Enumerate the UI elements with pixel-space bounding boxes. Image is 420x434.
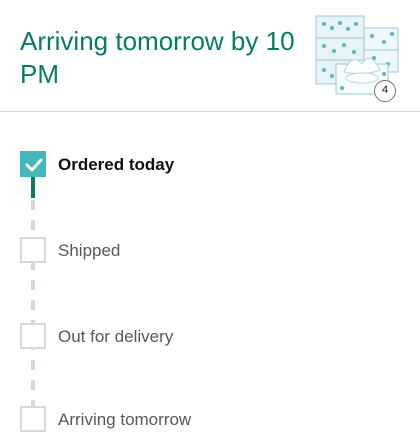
step-checkbox [20,237,46,263]
step-checkbox [20,323,46,349]
progress-line-completed [31,176,35,198]
step-checkbox-completed [20,151,46,177]
step-label: Out for delivery [58,327,174,346]
step-checkbox [20,406,46,432]
delivery-estimate-title: Arriving tomorrow by 10 PM [20,26,295,89]
checkmark-icon [25,158,43,172]
progress-line-pending [31,200,35,430]
delivery-header: Arriving tomorrow by 10 PM 4 [0,0,420,112]
step-label: Ordered today [58,155,175,174]
quantity-badge: 4 [374,80,396,102]
step-label: Arriving tomorrow [58,410,192,429]
step-label: Shipped [58,241,121,260]
